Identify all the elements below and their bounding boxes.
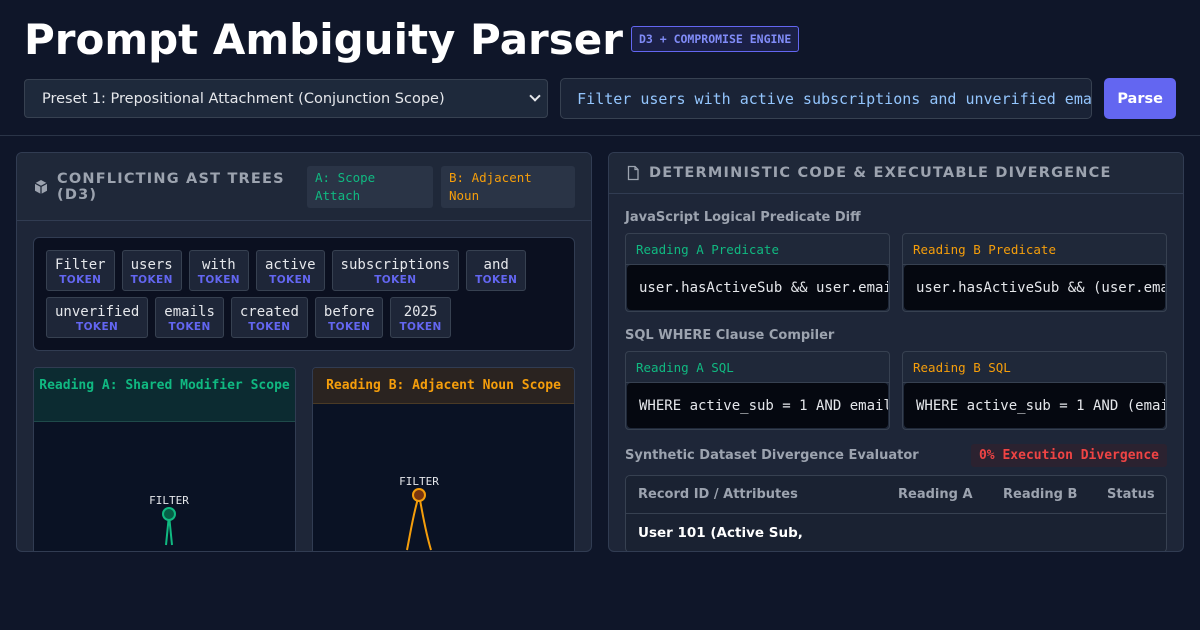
ast-panel-title: CONFLICTING AST TREES (D3) <box>57 170 285 203</box>
col-status: Status <box>1107 487 1155 502</box>
col-reading-b: Reading B <box>1003 487 1078 502</box>
sql-b: Reading B SQL WHERE active_sub = 1 AND (… <box>902 351 1167 430</box>
tree-a-title: Reading A: Shared Modifier Scope <box>34 368 295 422</box>
tree-b-graph: FILTER <box>399 475 439 551</box>
token-type-label: TOKEN <box>399 321 442 333</box>
divergence-badge: 0% Execution Divergence <box>970 444 1167 467</box>
js-predicate-a: Reading A Predicate user.hasActiveSub &&… <box>625 233 890 312</box>
token-chip[interactable]: 2025 TOKEN <box>390 297 451 338</box>
token-word: active <box>264 257 316 273</box>
token-type-label: TOKEN <box>76 321 119 333</box>
legend-reading-a: A: Scope Attach <box>307 165 433 208</box>
token-type-label: TOKEN <box>248 321 291 333</box>
code-panel-header: DETERMINISTIC CODE & EXECUTABLE DIVERGEN… <box>609 153 1183 194</box>
code-divergence-panel: DETERMINISTIC CODE & EXECUTABLE DIVERGEN… <box>608 152 1184 552</box>
token-word: subscriptions <box>340 257 451 273</box>
table-header-row: Record ID / Attributes Reading A Reading… <box>626 476 1166 514</box>
token-word: and <box>483 257 509 273</box>
token-type-label: TOKEN <box>475 274 518 286</box>
token-word: emails <box>164 304 215 320</box>
legend-reading-b: B: Adjacent Noun <box>441 165 575 208</box>
document-icon <box>627 165 639 181</box>
token-chip[interactable]: created TOKEN <box>230 297 308 338</box>
token-chip[interactable]: Filter TOKEN <box>46 250 115 291</box>
tree-a-root-node[interactable] <box>162 507 176 521</box>
tree-b-title: Reading B: Adjacent Noun Scope <box>313 368 574 404</box>
code-panel-title: DETERMINISTIC CODE & EXECUTABLE DIVERGEN… <box>649 165 1112 181</box>
preset-select[interactable]: Preset 1: Prepositional Attachment (Conj… <box>24 79 549 118</box>
token-word: with <box>202 257 236 273</box>
col-reading-a: Reading A <box>898 487 973 502</box>
tree-a-root-label: FILTER <box>149 494 189 507</box>
token-chip[interactable]: subscriptions TOKEN <box>331 250 460 291</box>
sql-a-code[interactable]: WHERE active_sub = 1 AND email_verified … <box>627 383 888 428</box>
tree-b-edge <box>406 494 432 551</box>
token-chip[interactable]: unverified TOKEN <box>46 297 149 338</box>
token-type-label: TOKEN <box>374 274 417 286</box>
token-word: before <box>323 304 375 320</box>
prompt-input[interactable]: Filter users with active subscriptions a… <box>560 78 1093 119</box>
preset-select-value: Preset 1: Prepositional Attachment (Conj… <box>42 90 445 107</box>
cube-icon <box>34 179 48 194</box>
tree-b-root-node[interactable] <box>412 488 426 502</box>
ast-panel-header: CONFLICTING AST TREES (D3) A: Scope Atta… <box>17 153 591 221</box>
chevron-down-icon <box>529 90 541 102</box>
token-word: Filter <box>55 257 106 273</box>
sql-a: Reading A SQL WHERE active_sub = 1 AND e… <box>625 351 890 430</box>
parse-button[interactable]: Parse <box>1104 78 1176 119</box>
token-chip[interactable]: active TOKEN <box>255 250 325 291</box>
app-header: Prompt Ambiguity Parser D3 + COMPROMISE … <box>0 0 1200 136</box>
token-strip: Filter TOKEN users TOKEN with TOKEN active TOKE… <box>33 237 575 351</box>
page-title: Prompt Ambiguity Parser <box>24 14 623 64</box>
token-chip[interactable]: emails TOKEN <box>155 297 224 338</box>
js-predicate-b: Reading B Predicate user.hasActiveSub &&… <box>902 233 1167 312</box>
tree-reading-b: Reading B: Adjacent Noun Scope FILTER <box>312 367 575 551</box>
sql-b-code[interactable]: WHERE active_sub = 1 AND (email_verified… <box>904 383 1165 428</box>
col-record: Record ID / Attributes <box>638 487 798 502</box>
tree-reading-a: Reading A: Shared Modifier Scope FILTER <box>33 367 296 551</box>
token-word: unverified <box>55 304 140 320</box>
sql-b-label: Reading B SQL <box>903 352 1166 383</box>
js-b-code[interactable]: user.hasActiveSub && (user.emailVerified… <box>904 265 1165 310</box>
eval-section-label: Synthetic Dataset Divergence Evaluator <box>625 448 919 463</box>
token-word: 2025 <box>403 304 438 320</box>
divergence-table: Record ID / Attributes Reading A Reading… <box>625 475 1167 551</box>
sql-section-label: SQL WHERE Clause Compiler <box>625 328 835 343</box>
tree-b-root-label: FILTER <box>399 475 439 488</box>
token-chip[interactable]: before TOKEN <box>314 297 384 338</box>
js-b-label: Reading B Predicate <box>903 234 1166 265</box>
ast-trees-panel: CONFLICTING AST TREES (D3) A: Scope Atta… <box>16 152 592 552</box>
token-word: users <box>130 257 173 273</box>
table-row[interactable]: User 101 (Active Sub, <box>626 514 1166 551</box>
engine-badge: D3 + COMPROMISE ENGINE <box>630 26 800 52</box>
token-chip[interactable]: and TOKEN <box>466 250 527 291</box>
sql-a-label: Reading A SQL <box>626 352 889 383</box>
js-section-label: JavaScript Logical Predicate Diff <box>625 210 861 225</box>
token-type-label: TOKEN <box>328 321 371 333</box>
token-type-label: TOKEN <box>130 274 173 286</box>
token-chip[interactable]: with TOKEN <box>188 250 249 291</box>
token-type-label: TOKEN <box>197 274 240 286</box>
token-word: created <box>239 304 299 320</box>
token-chip[interactable]: users TOKEN <box>121 250 182 291</box>
js-a-code[interactable]: user.hasActiveSub && user.emailVerified … <box>627 265 888 310</box>
token-type-label: TOKEN <box>59 274 102 286</box>
js-a-label: Reading A Predicate <box>626 234 889 265</box>
tree-a-graph: FILTER <box>149 494 189 546</box>
token-type-label: TOKEN <box>269 274 312 286</box>
token-type-label: TOKEN <box>168 321 211 333</box>
